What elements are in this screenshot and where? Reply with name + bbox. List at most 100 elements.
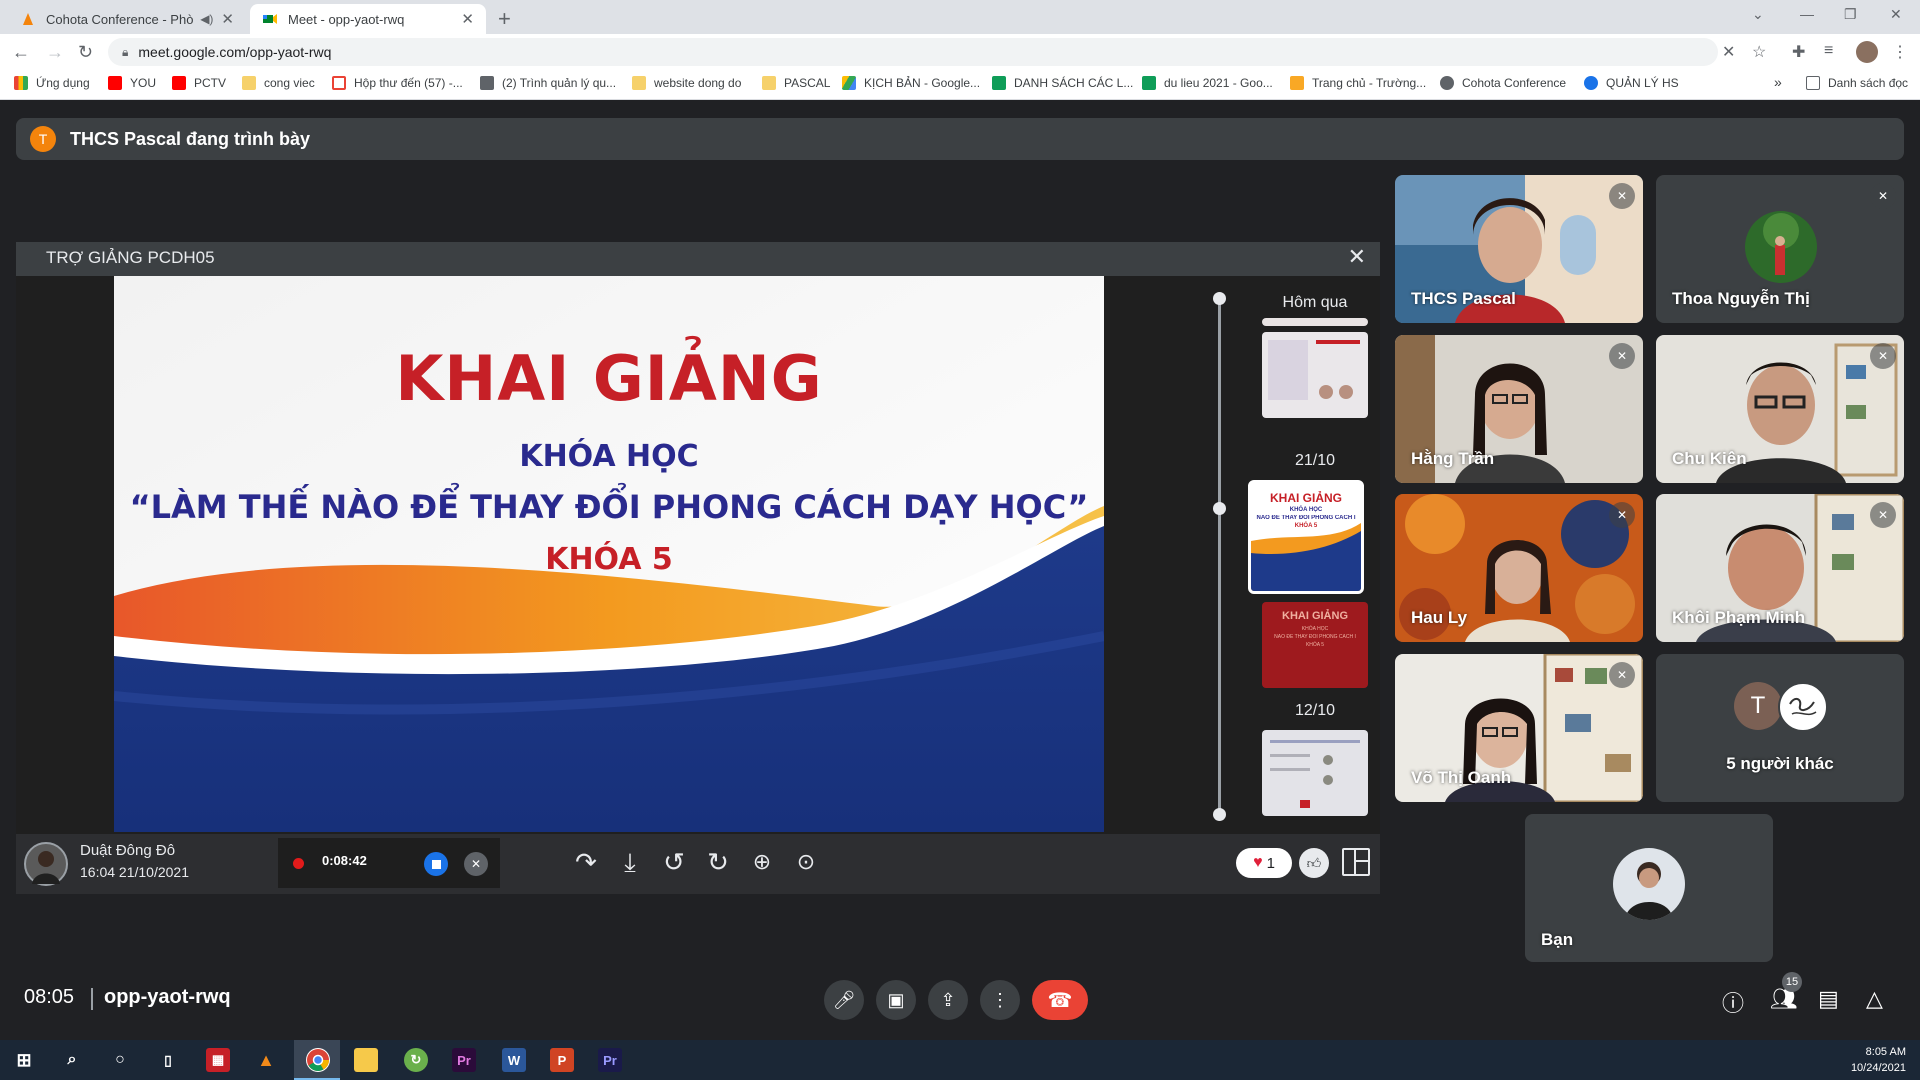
globe-icon — [1440, 76, 1454, 90]
vlc-icon[interactable]: ▲ — [254, 1048, 278, 1072]
bookmark-gmail[interactable]: Hộp thư đến (57) -... — [332, 76, 463, 90]
heart-reaction-button[interactable]: ♥ 1 — [1236, 848, 1292, 878]
slide-thumbnail[interactable] — [1262, 730, 1368, 816]
slide-thumbnail[interactable] — [1262, 332, 1368, 418]
bookmark-star-icon[interactable]: ☆ — [1752, 42, 1766, 62]
participant-tile[interactable]: ✕ Võ Thị Oanh — [1395, 654, 1643, 802]
speaker-icon[interactable]: ◀) — [200, 12, 213, 26]
search-icon[interactable]: ⌕ — [60, 1048, 84, 1072]
profile-avatar[interactable] — [1856, 41, 1878, 63]
shared-window: TRỢ GIẢNG PCDH05 ✕ KHAI GIẢNG KHÓA HỌC “… — [16, 242, 1380, 894]
powerpoint-icon[interactable]: P — [550, 1048, 574, 1072]
bookmark-pascal[interactable]: PASCAL — [762, 76, 830, 90]
self-tile[interactable]: Bạn — [1525, 814, 1773, 962]
timeline-dot[interactable] — [1213, 292, 1226, 305]
end-call-button[interactable]: ☎︎ — [1032, 980, 1088, 1020]
close-tab-icon[interactable]: ✕ — [221, 10, 234, 28]
close-tab-icon[interactable]: ✕ — [461, 10, 474, 28]
cortana-icon[interactable]: ○ — [108, 1048, 132, 1072]
premiere-icon[interactable]: Pr — [598, 1048, 622, 1072]
slide-title: KHAI GIẢNG — [395, 342, 823, 415]
bookmark-trinh-quan-ly[interactable]: (2) Trình quản lý qu... — [480, 76, 616, 90]
recording-dot-icon — [293, 858, 304, 869]
address-bar[interactable]: 🔒︎ meet.google.com/opp-yaot-rwq — [108, 38, 1718, 66]
reading-list[interactable]: Danh sách đọc — [1806, 76, 1908, 90]
bookmark-cohota[interactable]: Cohota Conference — [1440, 76, 1566, 90]
word-icon[interactable]: W — [502, 1048, 526, 1072]
timeline-dot[interactable] — [1213, 808, 1226, 821]
chrome-menu-icon[interactable]: ⋮ — [1892, 42, 1908, 62]
app-icon[interactable]: ↻ — [404, 1048, 428, 1072]
meet-favicon-icon — [263, 14, 277, 24]
avatar — [24, 842, 68, 886]
thumbnail-content — [1270, 740, 1360, 808]
mic-off-icon[interactable]: ✕ — [464, 852, 488, 876]
presenter-banner: T THCS Pascal đang trình bày — [16, 118, 1904, 160]
restore-button[interactable]: ❐ — [1844, 6, 1857, 23]
download-icon[interactable]: ⤓ — [612, 844, 648, 880]
slide-thumbnail-selected[interactable]: KHAI GIẢNG KHÓA HỌC NÀO ĐỂ THAY ĐỔI PHON… — [1248, 480, 1364, 594]
slide-thumbnail[interactable]: KHAI GIẢNG KHÓA HỌC NÀO ĐỂ THAY ĐỔI PHON… — [1262, 602, 1368, 688]
bookmark-cong-viec[interactable]: cong viec — [242, 76, 315, 90]
new-tab-button[interactable]: + — [498, 6, 511, 32]
close-window-button[interactable]: ✕ — [1890, 6, 1902, 23]
participant-tile[interactable]: ✕ Chu Kiên — [1656, 335, 1904, 483]
mic-off-icon: ✕ — [1870, 502, 1896, 528]
tab-search-icon[interactable]: ⌄ — [1752, 6, 1764, 23]
participant-tile[interactable]: ✕ Thoa Nguyễn Thị — [1656, 175, 1904, 323]
windows-start-icon[interactable]: ⊞ — [12, 1048, 36, 1072]
bookmark-du-lieu[interactable]: du lieu 2021 - Goo... — [1142, 76, 1273, 90]
app-icon[interactable]: ▦ — [206, 1048, 230, 1072]
present-screen-button[interactable]: ⇪ — [928, 980, 968, 1020]
camera-button[interactable]: ▣ — [876, 980, 916, 1020]
task-view-icon[interactable]: ▯ — [156, 1048, 180, 1072]
forward-icon[interactable]: → — [46, 42, 64, 63]
participant-name: Bạn — [1541, 930, 1574, 949]
file-explorer-icon[interactable] — [354, 1048, 378, 1072]
share-arrow-icon[interactable]: ↷ — [568, 844, 604, 880]
participant-tile[interactable]: ✕ Khôi Phạm Minh — [1656, 494, 1904, 642]
thumbs-up-button[interactable]: 👍︎ — [1299, 848, 1329, 878]
others-tile[interactable]: T 5 người khác — [1656, 654, 1904, 802]
participant-tile[interactable]: ✕ Hằng Trần — [1395, 335, 1643, 483]
bookmark-danh-sach[interactable]: DANH SÁCH CÁC L... — [992, 76, 1133, 90]
zoom-in-icon[interactable]: ⊕ — [744, 844, 780, 880]
activities-icon[interactable]: △ — [1866, 986, 1883, 1012]
bookmark-you[interactable]: YOU — [108, 76, 156, 90]
rotate-right-icon[interactable]: ↻ — [700, 844, 736, 880]
bookmark-apps[interactable]: Ứng dụng — [14, 76, 90, 90]
layout-icon[interactable] — [1342, 848, 1370, 876]
participant-tile[interactable]: ✕ Hau Ly — [1395, 494, 1643, 642]
chrome-icon[interactable] — [306, 1048, 330, 1072]
tab-meet[interactable]: Meet - opp-yaot-rwq ✕ — [250, 4, 486, 34]
participant-tile[interactable]: ✕ THCS Pascal — [1395, 175, 1643, 323]
back-icon[interactable]: ← — [12, 42, 30, 63]
meeting-details-icon[interactable]: ⓘ — [1722, 986, 1744, 1018]
history-timeline: Hôm qua 21/10 KHAI GIẢNG KHÓA HỌC NÀO ĐỂ… — [1200, 284, 1376, 824]
bookmark-quan-ly-hs[interactable]: QUẢN LÝ HS — [1584, 76, 1679, 90]
notifications-blocked-icon[interactable]: ✕ — [1722, 42, 1735, 62]
chat-icon[interactable]: ▤ — [1818, 986, 1839, 1012]
rotate-left-icon[interactable]: ↺ — [656, 844, 692, 880]
school-icon — [1290, 76, 1304, 90]
actual-size-icon[interactable]: ⊙ — [788, 844, 824, 880]
timeline-track — [1218, 298, 1221, 818]
stop-recording-button[interactable] — [424, 852, 448, 876]
minimize-button[interactable]: — — [1800, 6, 1814, 22]
browser-tab-strip: Cohota Conference - Phòng ◀) ✕ Meet - op… — [0, 0, 1920, 34]
more-options-button[interactable]: ⋮ — [980, 980, 1020, 1020]
timeline-handle[interactable] — [1213, 502, 1226, 515]
reload-icon[interactable]: ↻ — [78, 42, 93, 63]
media-control-icon[interactable]: ≡ — [1824, 42, 1833, 60]
close-icon[interactable]: ✕ — [1348, 244, 1366, 270]
more-bookmarks-button[interactable]: » — [1774, 74, 1782, 90]
bookmark-trang-chu[interactable]: Trang chủ - Trường... — [1290, 76, 1426, 90]
microphone-button[interactable]: 🎤︎ — [824, 980, 864, 1020]
slide-thumbnail[interactable] — [1262, 318, 1368, 326]
bookmark-kich-ban[interactable]: KỊCH BẢN - Google... — [842, 76, 980, 90]
bookmark-website-dong-do[interactable]: website dong do — [632, 76, 741, 90]
bookmark-pctv[interactable]: PCTV — [172, 76, 226, 90]
premiere-icon[interactable]: Pr — [452, 1048, 476, 1072]
extensions-icon[interactable]: ✚ — [1792, 42, 1805, 62]
tab-cohota[interactable]: Cohota Conference - Phòng ◀) ✕ — [8, 4, 246, 34]
